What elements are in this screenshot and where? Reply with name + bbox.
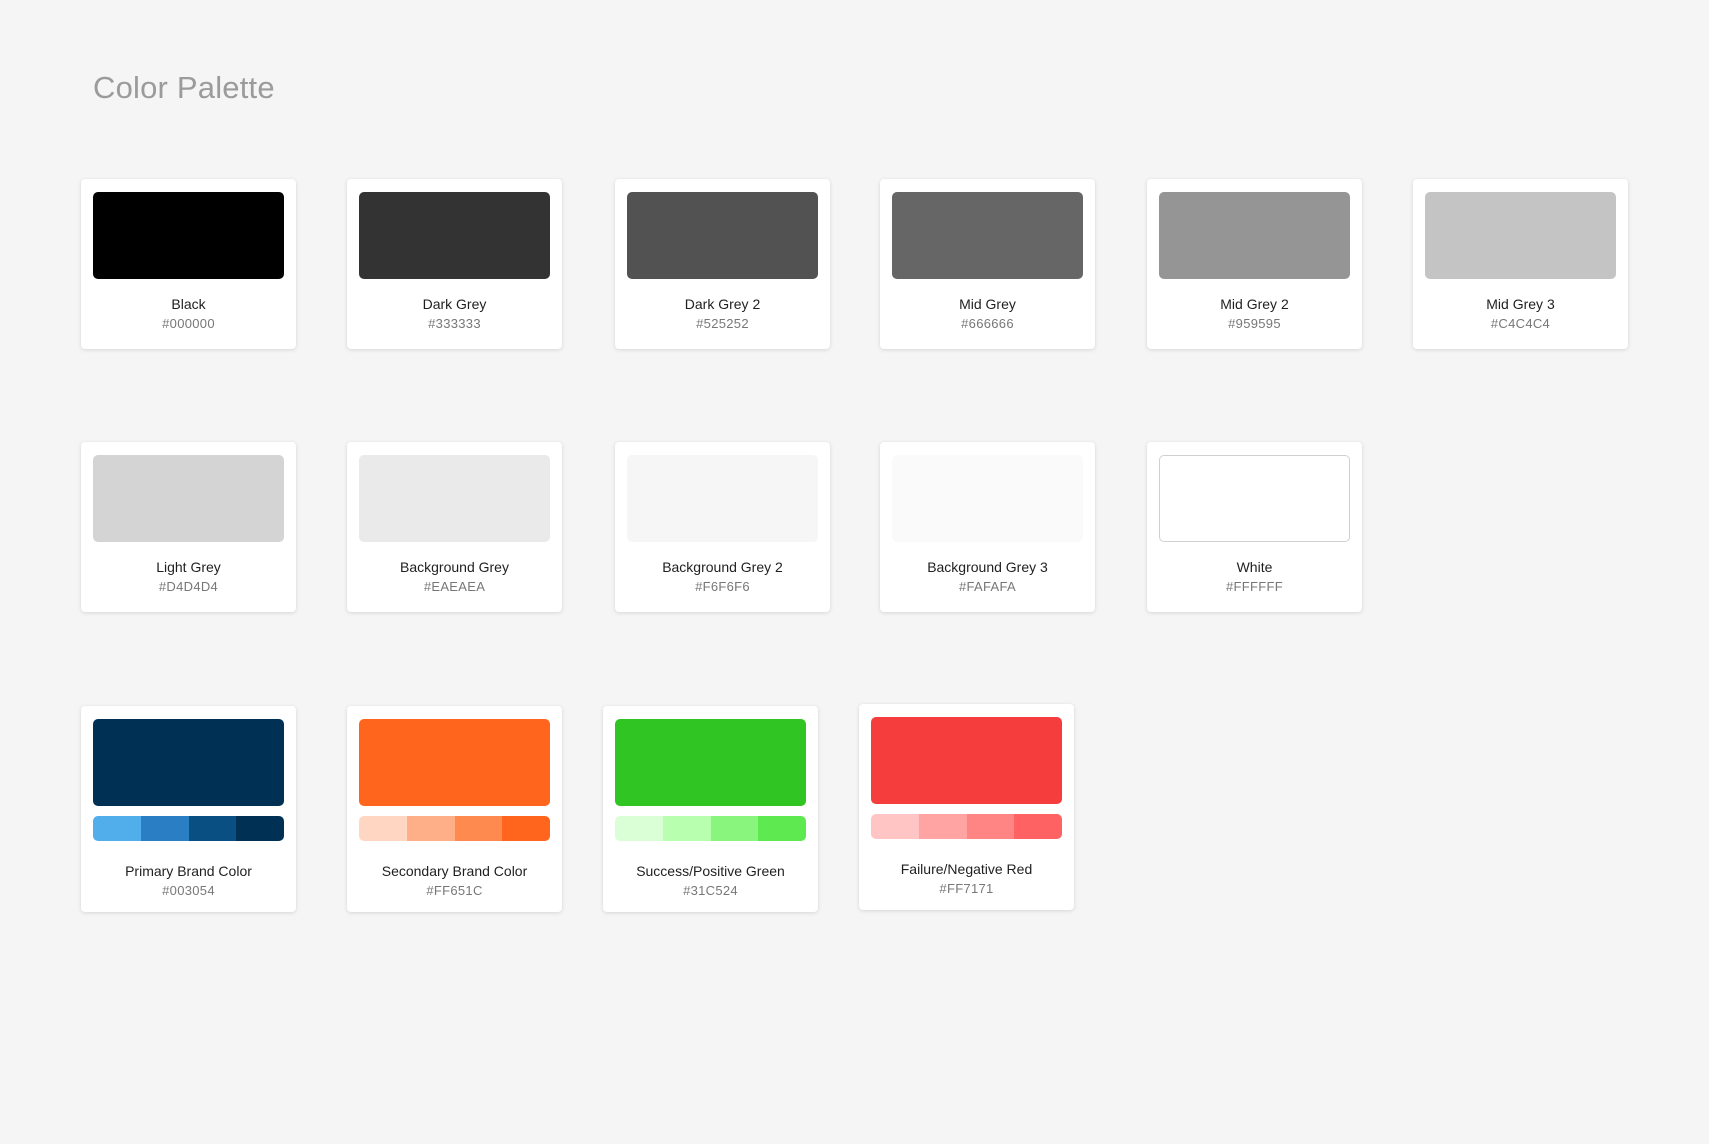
color-hex: #F6F6F6	[695, 579, 750, 594]
color-shades-strip	[871, 814, 1062, 839]
color-card-mid-grey-2: Mid Grey 2 #959595	[1147, 179, 1362, 349]
color-card-white: White #FFFFFF	[1147, 442, 1362, 612]
color-swatch	[93, 719, 284, 806]
color-hex: #EAEAEA	[423, 579, 486, 594]
color-swatch	[359, 455, 550, 542]
color-shade	[918, 814, 967, 839]
color-name: Dark Grey 2	[684, 296, 761, 312]
color-hex: #525252	[696, 316, 749, 331]
color-shades-strip	[359, 816, 550, 841]
color-card-background-grey-2: Background Grey 2 #F6F6F6	[615, 442, 830, 612]
color-card-success-green: Success/Positive Green #31C524	[603, 706, 818, 912]
color-name: White	[1236, 559, 1273, 575]
color-hex: #FFFFFF	[1226, 579, 1283, 594]
color-swatch	[359, 192, 550, 279]
color-name: Secondary Brand Color	[381, 863, 528, 879]
color-shades-strip	[615, 816, 806, 841]
color-name: Mid Grey	[959, 296, 1016, 312]
color-hex: #D4D4D4	[158, 579, 219, 594]
color-hex: #959595	[1228, 316, 1281, 331]
color-card-background-grey: Background Grey #EAEAEA	[347, 442, 562, 612]
color-name: Primary Brand Color	[125, 863, 252, 879]
color-swatch	[627, 192, 818, 279]
color-name: Black	[171, 296, 206, 312]
color-name: Mid Grey 3	[1486, 296, 1555, 312]
color-card-secondary-brand: Secondary Brand Color #FF651C	[347, 706, 562, 912]
color-swatch	[1425, 192, 1616, 279]
color-shade	[710, 816, 759, 841]
color-name: Mid Grey 2	[1220, 296, 1289, 312]
color-shade	[236, 816, 284, 841]
color-shade	[188, 816, 237, 841]
color-hex: #666666	[961, 316, 1014, 331]
color-name: Background Grey 2	[662, 559, 783, 575]
color-hex: #FAFAFA	[958, 579, 1016, 594]
color-swatch	[1159, 455, 1350, 542]
color-name: Background Grey	[400, 559, 509, 575]
color-card-dark-grey: Dark Grey #333333	[347, 179, 562, 349]
color-swatch	[1159, 192, 1350, 279]
color-card-black: Black #000000	[81, 179, 296, 349]
color-hex: #31C524	[683, 883, 738, 898]
color-shade	[406, 816, 455, 841]
color-shades-strip	[93, 816, 284, 841]
color-shade	[871, 814, 919, 839]
color-hex: #003054	[162, 883, 215, 898]
color-name: Dark Grey	[422, 296, 487, 312]
color-shade	[1014, 814, 1062, 839]
color-swatch	[627, 455, 818, 542]
page-title: Color Palette	[93, 70, 275, 105]
color-shade	[966, 814, 1015, 839]
color-swatch	[615, 719, 806, 806]
color-card-mid-grey-3: Mid Grey 3 #C4C4C4	[1413, 179, 1628, 349]
color-swatch	[359, 719, 550, 806]
color-shade	[140, 816, 189, 841]
color-card-light-grey: Light Grey #D4D4D4	[81, 442, 296, 612]
color-card-dark-grey-2: Dark Grey 2 #525252	[615, 179, 830, 349]
color-shade	[662, 816, 711, 841]
color-shade	[454, 816, 503, 841]
color-swatch	[93, 192, 284, 279]
color-shade	[93, 816, 141, 841]
color-hex: #000000	[162, 316, 215, 331]
color-card-failure-red: Failure/Negative Red #FF7171	[859, 704, 1074, 910]
color-name: Failure/Negative Red	[900, 861, 1033, 877]
color-swatch	[892, 192, 1083, 279]
color-shade	[758, 816, 806, 841]
color-card-background-grey-3: Background Grey 3 #FAFAFA	[880, 442, 1095, 612]
color-swatch	[871, 717, 1062, 804]
color-card-primary-brand: Primary Brand Color #003054	[81, 706, 296, 912]
color-shade	[359, 816, 407, 841]
color-swatch	[93, 455, 284, 542]
color-hex: #333333	[428, 316, 481, 331]
color-hex: #FF651C	[426, 883, 483, 898]
color-shade	[615, 816, 663, 841]
color-hex: #C4C4C4	[1490, 316, 1551, 331]
color-swatch	[892, 455, 1083, 542]
color-name: Success/Positive Green	[636, 863, 785, 879]
color-card-mid-grey: Mid Grey #666666	[880, 179, 1095, 349]
color-name: Light Grey	[156, 559, 221, 575]
color-shade	[502, 816, 550, 841]
color-hex: #FF7171	[939, 881, 994, 896]
color-name: Background Grey 3	[927, 559, 1048, 575]
